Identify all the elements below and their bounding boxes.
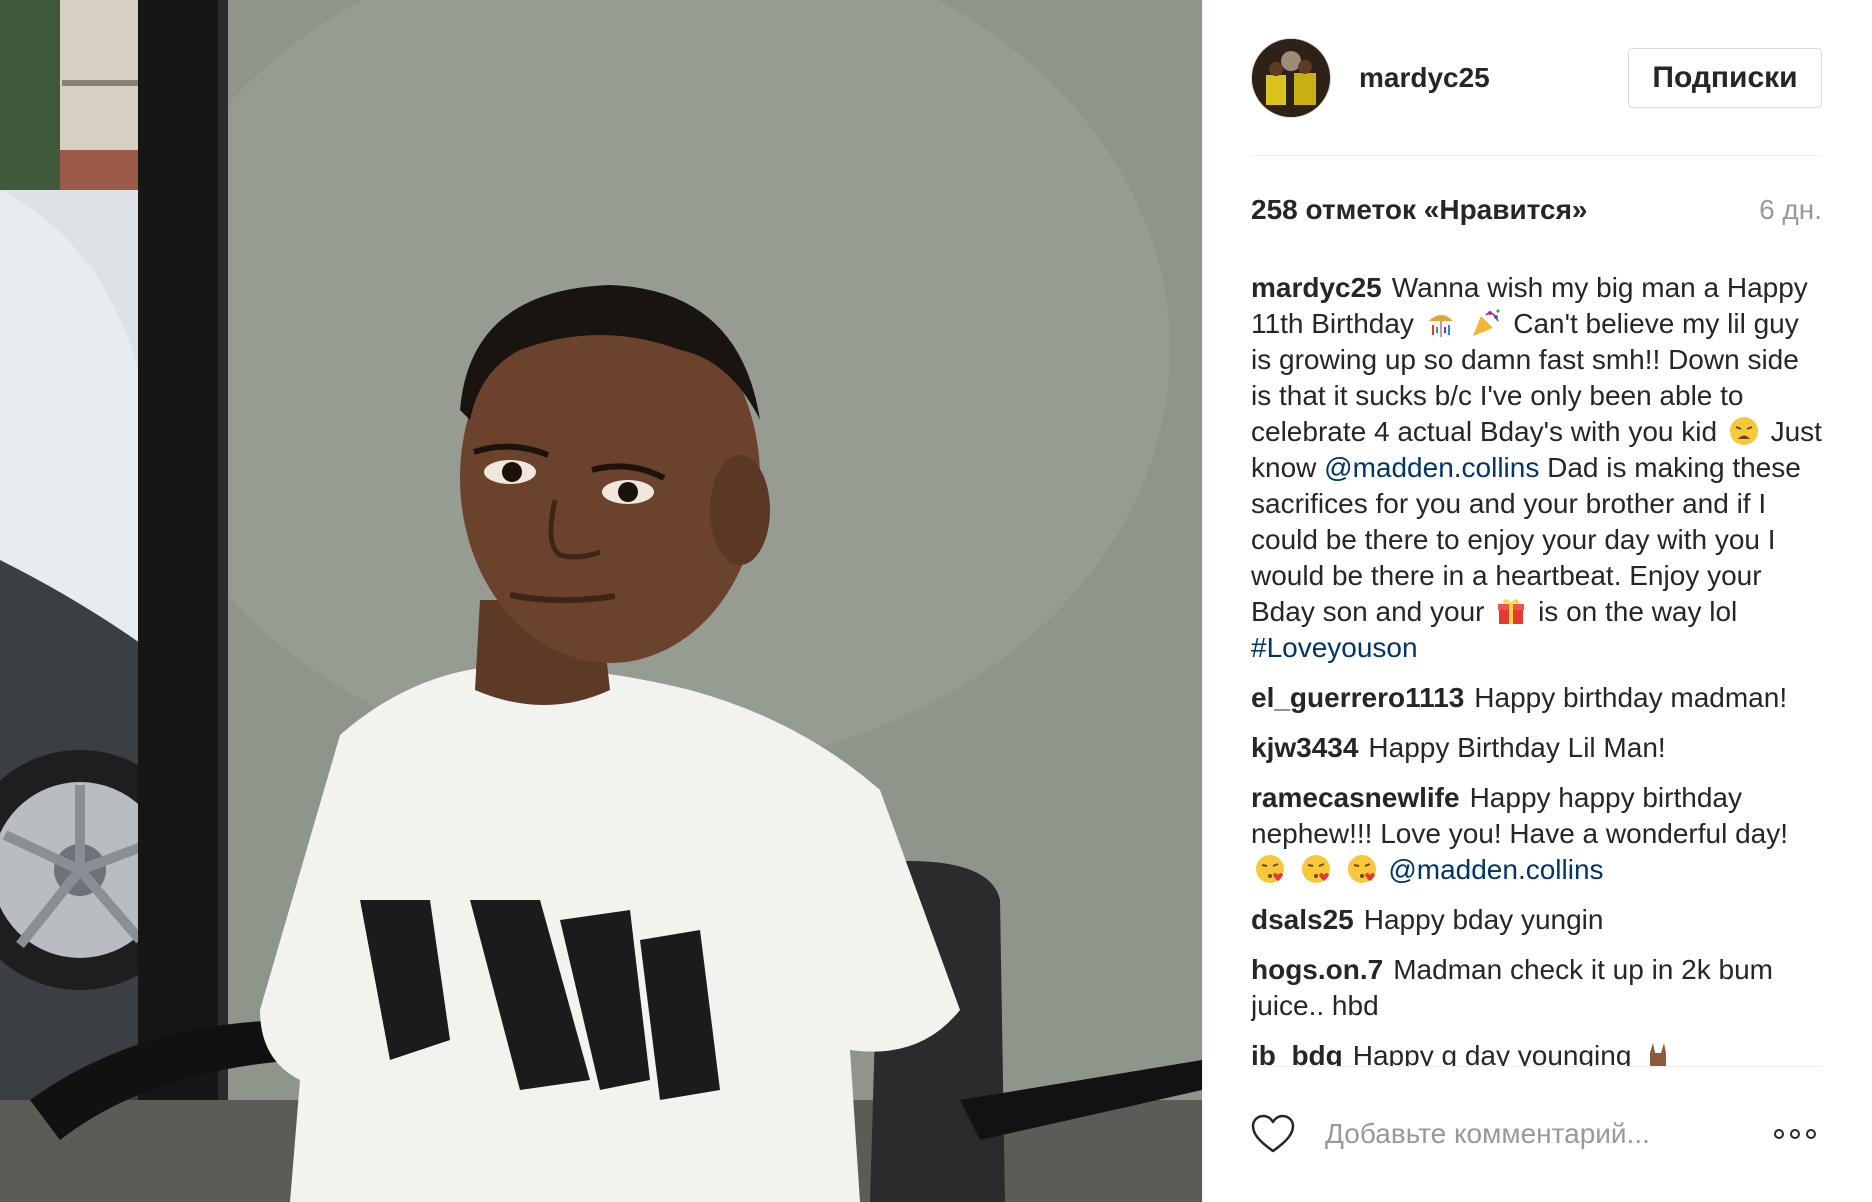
mention-link[interactable]: @madden.collins [1324,452,1539,483]
mention-link[interactable]: @madden.collins [1388,854,1603,885]
face-blowing-kiss-icon [1347,855,1376,883]
post-photo[interactable] [0,0,1202,1202]
comment-item: hogs.on.7 Madman check it up in 2k bum ju… [1251,952,1822,1024]
heart-icon[interactable] [1251,1114,1295,1154]
footer-divider [1251,1066,1822,1067]
face-blowing-kiss-icon [1256,855,1284,883]
comment-text: Happy birthday madman! [1474,682,1788,713]
post-side-panel: mardyc25 Подписки 258 отметок «Нравится»… [1202,0,1872,1202]
header-divider [1251,155,1822,156]
comments-list[interactable]: mardyc25 Wanna wish my big man a Happy 11… [1251,270,1822,1066]
avatar-image [1252,39,1330,117]
comment-author[interactable]: ib_bdg [1251,1040,1343,1066]
comment-item: el_guerrero1113 Happy birthday madman! [1251,680,1822,716]
comment-author[interactable]: kjw3434 [1251,732,1358,763]
comment-item: dsals25 Happy bday yungin [1251,902,1822,938]
instagram-post-view: mardyc25 Подписки 258 отметок «Нравится»… [0,0,1872,1202]
comment-item: ib_bdg Happy g day younging [1251,1038,1822,1066]
photo-illustration [0,0,1202,1202]
likes-row: 258 отметок «Нравится» 6 дн. [1251,194,1822,226]
caption: mardyc25 Wanna wish my big man a Happy 11… [1251,270,1822,666]
comment-text: Happy g day younging [1352,1040,1632,1066]
weary-face-icon [1729,417,1758,445]
comment-author[interactable]: dsals25 [1251,904,1354,935]
wrapped-gift-icon [1498,599,1525,624]
party-popper-icon [1473,309,1501,336]
caption-text-part5: is on the way lol [1538,596,1738,627]
comment-input[interactable] [1323,1117,1768,1151]
dot-icon [1806,1129,1816,1139]
more-options-icon[interactable] [1768,1123,1822,1145]
likes-count[interactable]: 258 отметок «Нравится» [1251,194,1588,226]
dot-icon [1790,1129,1800,1139]
comment-author[interactable]: el_guerrero1113 [1251,682,1464,713]
dot-icon [1774,1129,1784,1139]
post-timestamp[interactable]: 6 дн. [1759,194,1822,226]
confetti-ball-icon [1428,315,1453,337]
comment-item: ramecasnewlife Happy happy birthday nephe… [1251,780,1822,888]
comment-text: Happy Birthday Lil Man! [1368,732,1666,763]
avatar[interactable] [1251,38,1331,118]
sign-of-horns-icon [1650,1043,1667,1066]
comment-item: kjw3434 Happy Birthday Lil Man! [1251,730,1822,766]
comment-author[interactable]: ramecasnewlife [1251,782,1460,813]
hashtag-link[interactable]: #Loveyouson [1251,632,1418,663]
post-footer [1251,1108,1822,1160]
comment-author[interactable]: hogs.on.7 [1251,954,1383,985]
post-username[interactable]: mardyc25 [1359,62,1490,94]
following-button[interactable]: Подписки [1628,48,1822,108]
comment-text: Happy bday yungin [1363,904,1604,935]
caption-author[interactable]: mardyc25 [1251,272,1382,303]
post-header: mardyc25 Подписки [1251,38,1822,118]
face-blowing-kiss-icon [1301,855,1330,883]
